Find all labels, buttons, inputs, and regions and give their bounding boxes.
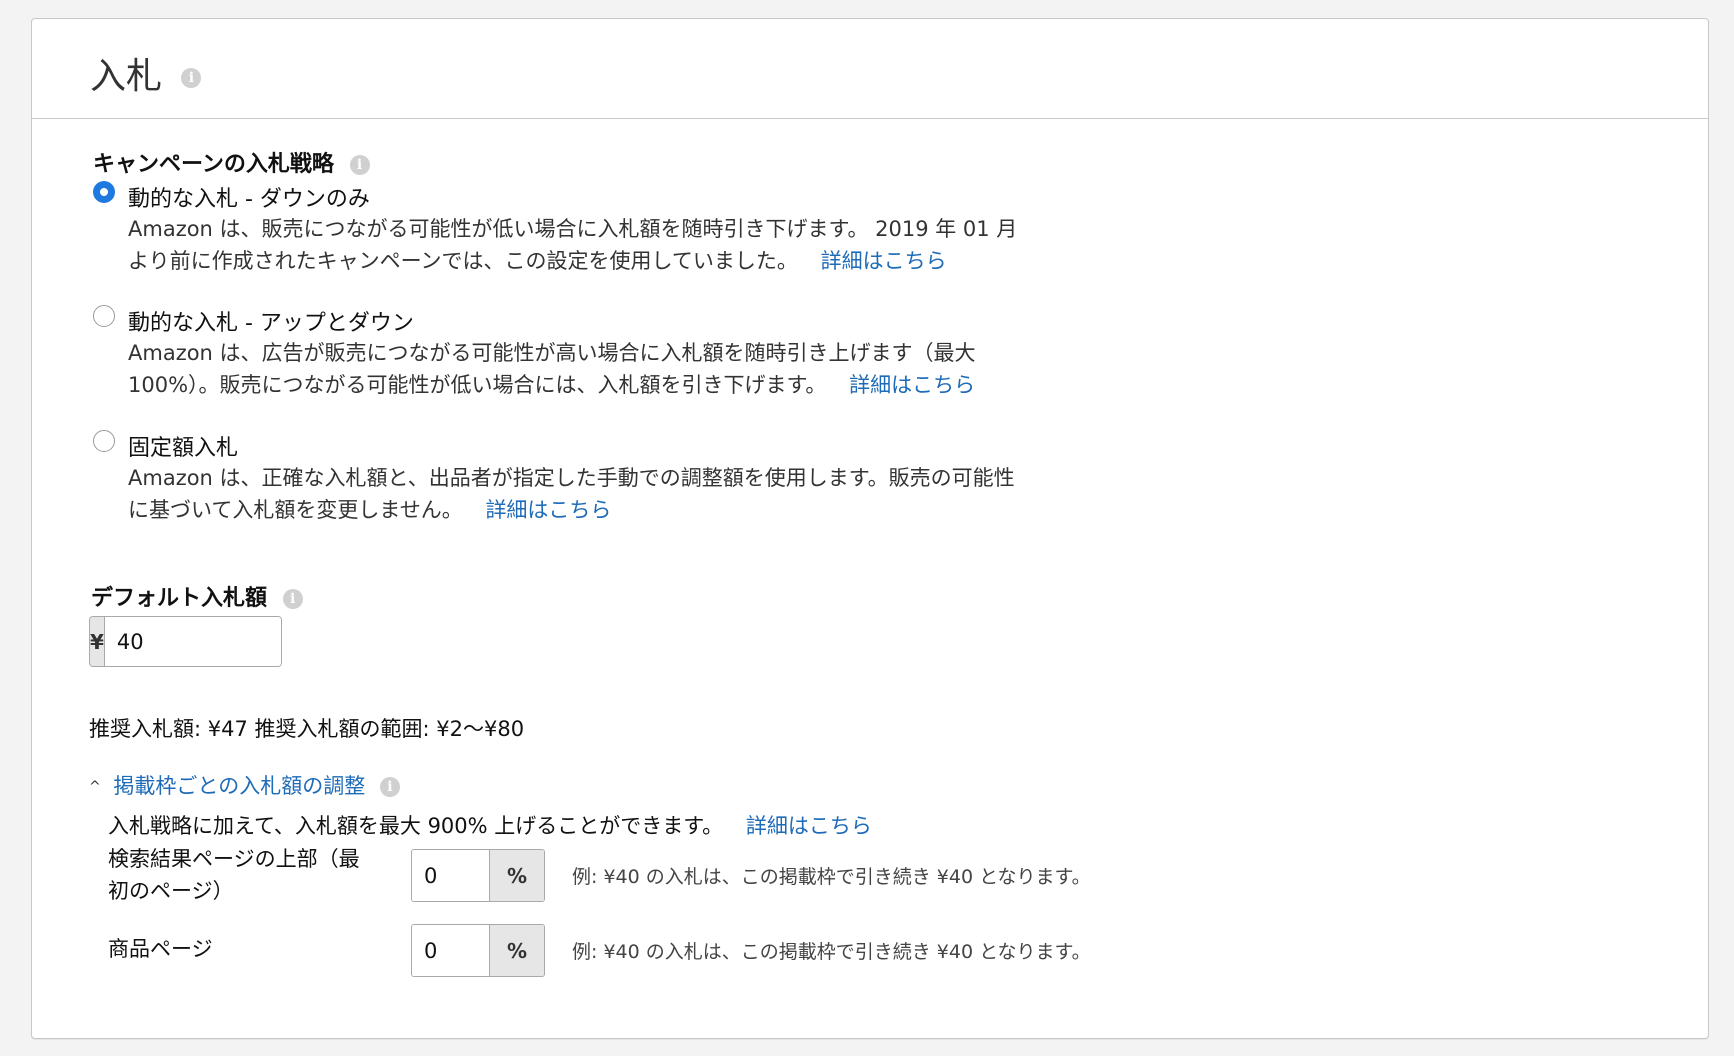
suggested-bid-text: 推奨入札額: ¥47 推奨入札額の範囲: ¥2〜¥80 <box>89 717 525 741</box>
percent-suffix: % <box>490 925 544 976</box>
info-icon[interactable]: i <box>379 777 400 797</box>
default-bid-input-group: ¥ <box>89 616 282 667</box>
option-label[interactable]: 動的な入札 - ダウンのみ <box>128 181 370 213</box>
placement-label-line: 検索結果ページの上部（最 <box>108 847 360 871</box>
default-bid-label: デフォルト入札額 i <box>91 580 303 612</box>
adjustments-toggle[interactable]: ^ 掲載枠ごとの入札額の調整 i <box>89 770 400 800</box>
option-label[interactable]: 固定額入札 <box>128 430 238 462</box>
radio-dynamic-down-only[interactable] <box>93 181 115 203</box>
top-of-search-percent-input[interactable] <box>412 850 490 901</box>
option-desc-line: Amazon は、正確な入札額と、出品者が指定した手動での調整額を使用します。販… <box>128 466 1015 490</box>
strategy-label-text: キャンペーンの入札戦略 <box>93 152 334 177</box>
placement-example: 例: ¥40 の入札は、この掲載枠で引き続き ¥40 となります。 <box>572 866 1091 888</box>
option-description: Amazon は、正確な入札額と、出品者が指定した手動での調整額を使用します。販… <box>128 462 1108 526</box>
option-label[interactable]: 動的な入札 - アップとダウン <box>128 305 414 337</box>
option-description: Amazon は、販売につながる可能性が低い場合に入札額を随時引き下げます。 2… <box>128 213 1108 277</box>
adjustments-intro-text: 入札戦略に加えて、入札額を最大 900% 上げることができます。 <box>108 814 724 838</box>
placement-label-line: 初のページ） <box>108 879 234 903</box>
learn-more-link[interactable]: 詳細はこちら <box>485 498 611 522</box>
strategy-label: キャンペーンの入札戦略 i <box>93 146 370 178</box>
page-title-text: 入札 <box>90 56 163 97</box>
placement-label-product-page: 商品ページ <box>108 937 213 961</box>
placement-example: 例: ¥40 の入札は、この掲載枠で引き続き ¥40 となります。 <box>572 941 1091 963</box>
option-desc-text: 100%）。販売につながる可能性が低い場合には、入札額を引き下げます。 <box>128 373 827 397</box>
learn-more-link[interactable]: 詳細はこちら <box>746 814 872 838</box>
option-desc-line: より前に作成されたキャンペーンでは、この設定を使用していました。 詳細はこちら <box>128 245 1108 277</box>
percent-suffix: % <box>490 850 544 901</box>
page-title: 入札 i <box>90 47 202 99</box>
option-desc-text: より前に作成されたキャンペーンでは、この設定を使用していました。 <box>128 249 798 273</box>
adjustments-toggle-label[interactable]: 掲載枠ごとの入札額の調整 <box>113 774 365 798</box>
option-desc-line: Amazon は、広告が販売につながる可能性が高い場合に入札額を随時引き上げます… <box>128 341 976 365</box>
default-bid-input[interactable] <box>104 617 281 666</box>
option-desc-line: 100%）。販売につながる可能性が低い場合には、入札額を引き下げます。 詳細はこ… <box>128 369 1108 401</box>
placement-label-top-of-search: 検索結果ページの上部（最 初のページ） <box>108 843 360 907</box>
info-icon[interactable]: i <box>181 68 202 88</box>
panel-header: 入札 i <box>32 19 1708 119</box>
top-of-search-input-group: % <box>411 849 545 902</box>
option-description: Amazon は、広告が販売につながる可能性が高い場合に入札額を随時引き上げます… <box>128 337 1108 401</box>
adjustments-intro: 入札戦略に加えて、入札額を最大 900% 上げることができます。 詳細はこちら <box>108 810 872 840</box>
option-desc-text: に基づいて入札額を変更しません。 <box>128 498 463 522</box>
info-icon[interactable]: i <box>349 155 370 175</box>
radio-fixed-bid[interactable] <box>93 430 115 452</box>
chevron-up-icon: ^ <box>89 779 101 795</box>
product-page-input-group: % <box>411 924 545 977</box>
learn-more-link[interactable]: 詳細はこちら <box>821 249 947 273</box>
learn-more-link[interactable]: 詳細はこちら <box>849 373 975 397</box>
radio-dynamic-up-down[interactable] <box>93 305 115 327</box>
option-desc-line: Amazon は、販売につながる可能性が低い場合に入札額を随時引き下げます。 2… <box>128 217 1018 241</box>
currency-prefix: ¥ <box>90 617 105 666</box>
default-bid-label-text: デフォルト入札額 <box>91 586 268 611</box>
product-page-percent-input[interactable] <box>412 925 490 976</box>
option-desc-line: に基づいて入札額を変更しません。 詳細はこちら <box>128 494 1108 526</box>
info-icon[interactable]: i <box>282 589 303 609</box>
